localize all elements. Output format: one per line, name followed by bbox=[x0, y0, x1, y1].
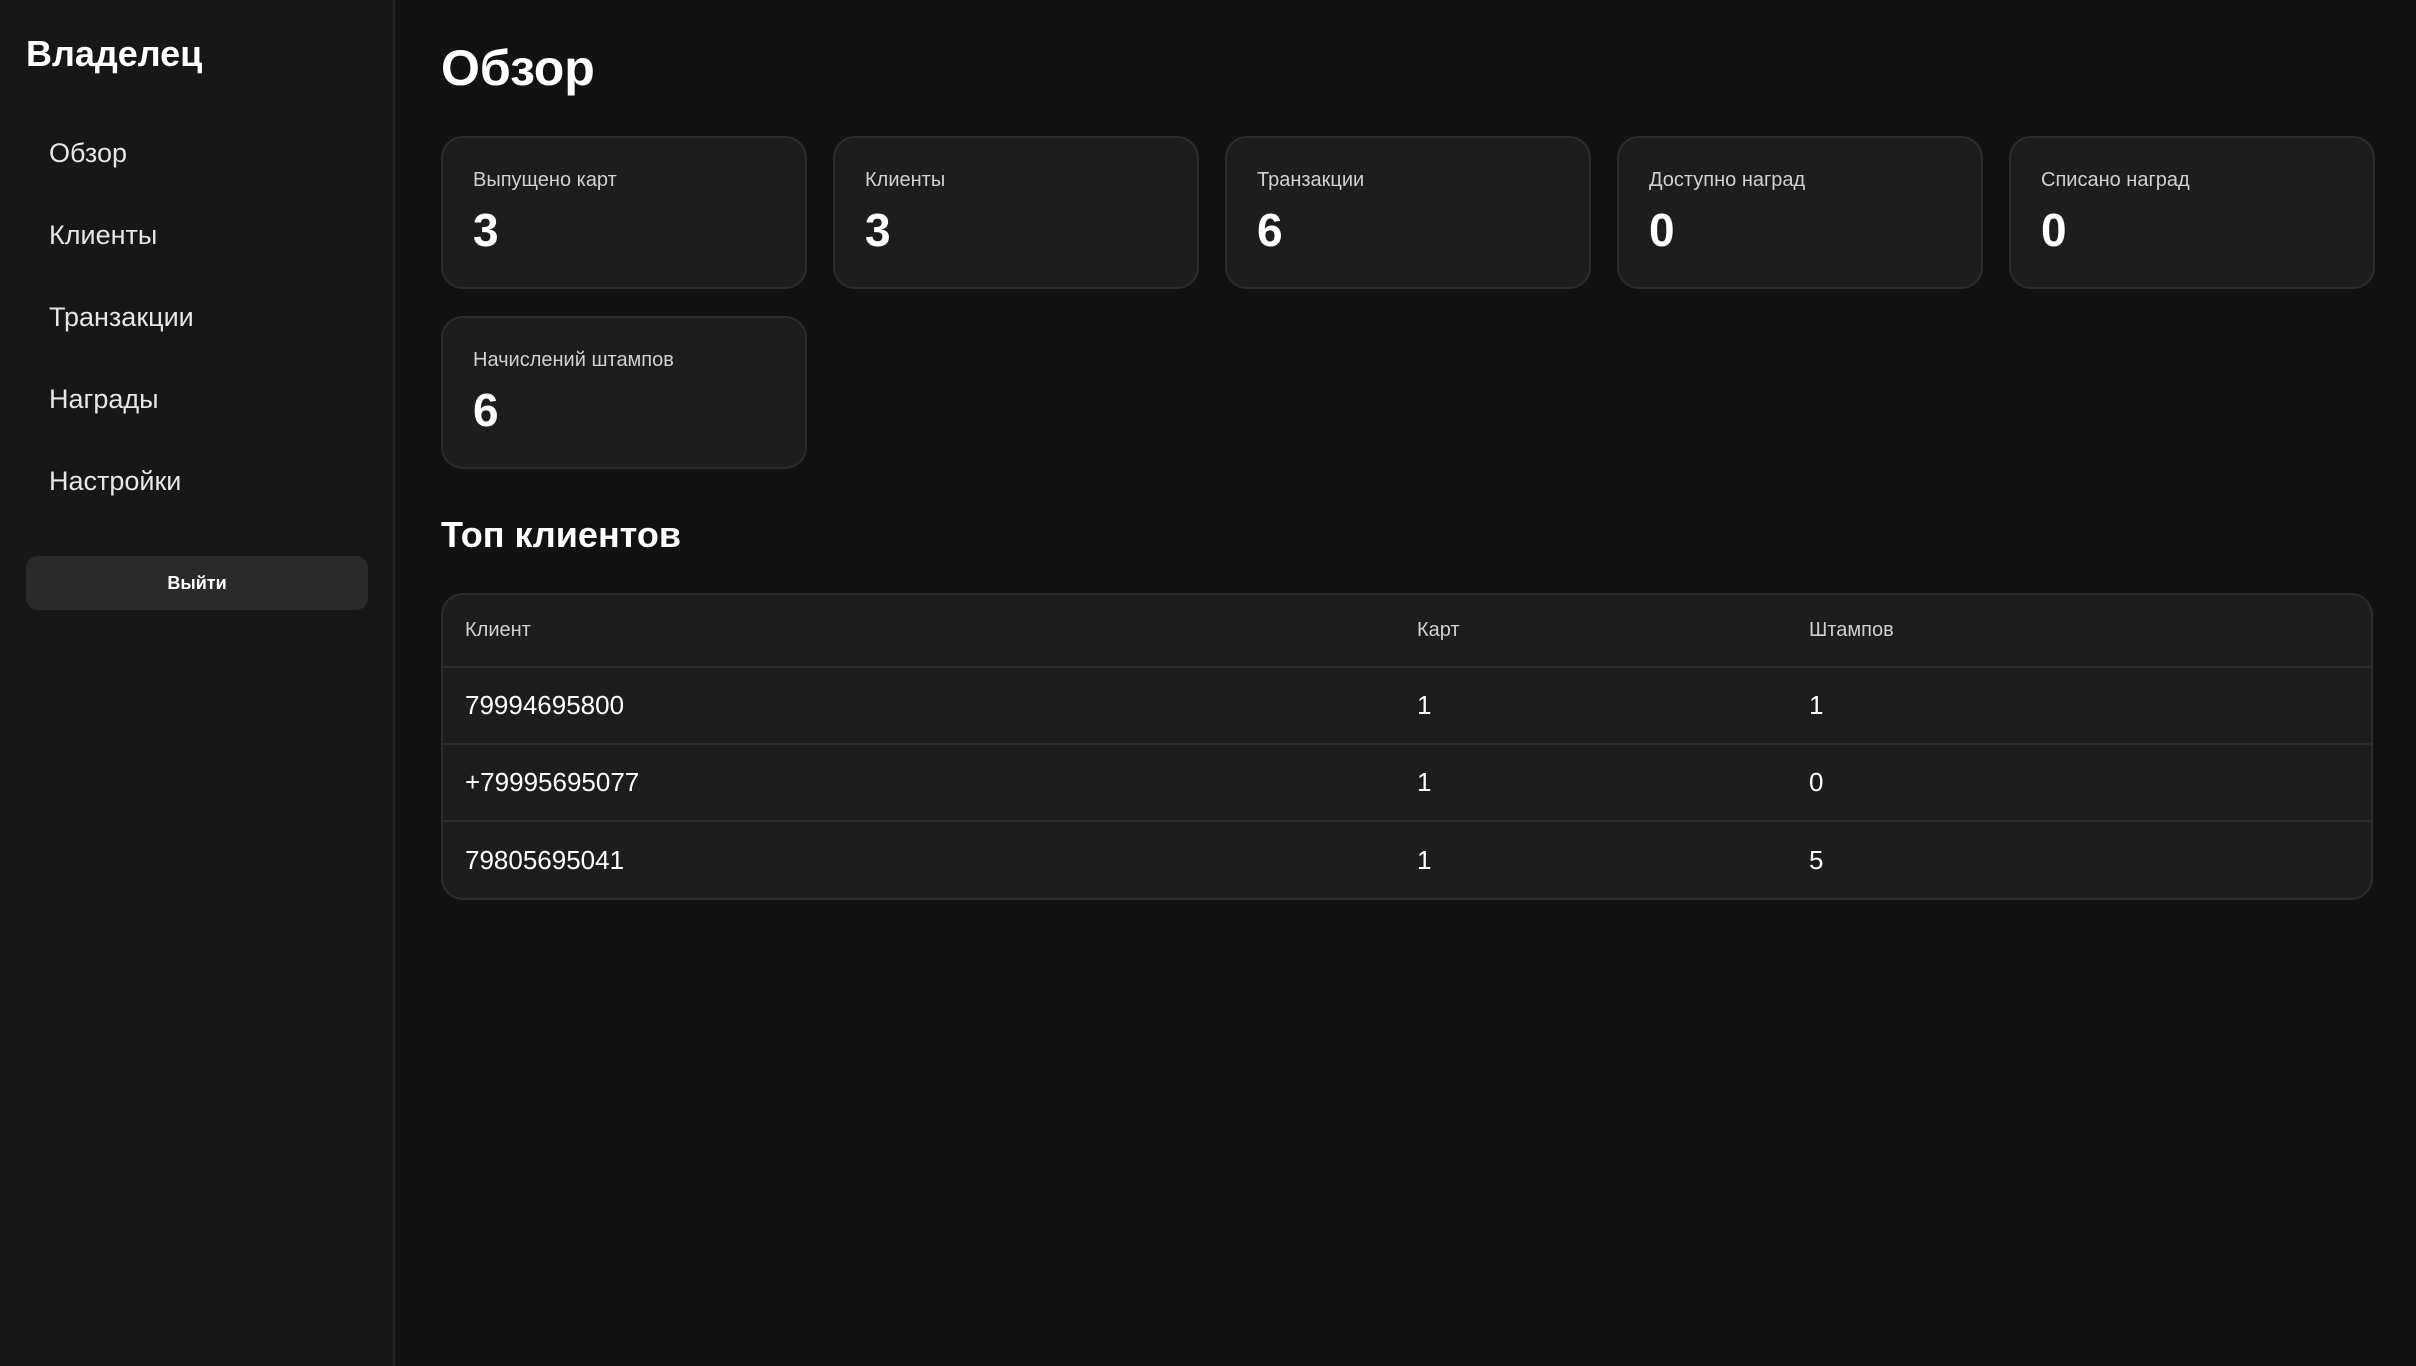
cell-stamps: 1 bbox=[1787, 667, 2371, 745]
stat-label: Списано наград bbox=[2041, 169, 2190, 191]
table-row[interactable]: +79995695077 1 0 bbox=[443, 744, 2371, 822]
cell-client: 79994695800 bbox=[443, 667, 1395, 745]
sidebar-nav: Обзор Клиенты Транзакции Награды Настрой… bbox=[26, 112, 367, 522]
stats-grid: Выпущено карт 3 Клиенты 3 Транзакции 6 Д… bbox=[441, 136, 2376, 469]
main-content: Обзор Выпущено карт 3 Клиенты 3 Транзакц… bbox=[395, 0, 2416, 1366]
stat-card-stamp-accruals: Начислений штампов 6 bbox=[441, 316, 807, 469]
stat-card-rewards-redeemed: Списано наград 0 bbox=[2009, 136, 2375, 289]
stat-card-rewards-available: Доступно наград 0 bbox=[1617, 136, 1983, 289]
stat-label: Начислений штампов bbox=[473, 349, 674, 371]
sidebar-item-settings[interactable]: Настройки bbox=[26, 440, 367, 522]
column-header-cards: Карт bbox=[1395, 595, 1787, 668]
cell-stamps: 0 bbox=[1787, 744, 2371, 822]
stat-card-cards-issued: Выпущено карт 3 bbox=[441, 136, 807, 289]
stat-label: Транзакции bbox=[1257, 169, 1365, 191]
stat-card-transactions: Транзакции 6 bbox=[1225, 136, 1591, 289]
cell-cards: 1 bbox=[1395, 744, 1787, 822]
stat-label: Клиенты bbox=[865, 169, 946, 191]
stat-value: 6 bbox=[473, 384, 499, 436]
cell-cards: 1 bbox=[1395, 667, 1787, 745]
stat-value: 3 bbox=[473, 204, 499, 256]
sidebar-item-rewards[interactable]: Награды bbox=[26, 358, 367, 440]
table-row[interactable]: 79805695041 1 5 bbox=[443, 821, 2371, 898]
cell-stamps: 5 bbox=[1809, 844, 1824, 875]
column-header-stamps: Штампов bbox=[1787, 595, 2371, 668]
stat-label: Доступно наград bbox=[1649, 169, 1806, 191]
sidebar-title: Владелец bbox=[26, 33, 203, 74]
page-title: Обзор bbox=[441, 40, 595, 96]
cell-cards: 1 bbox=[1417, 844, 1432, 875]
stat-label: Выпущено карт bbox=[473, 169, 617, 191]
stat-card-clients: Клиенты 3 bbox=[833, 136, 1199, 289]
stat-value: 0 bbox=[1649, 204, 1675, 256]
clients-table: Клиент Карт Штампов 79994695800 1 1 +799… bbox=[443, 595, 2371, 898]
stat-value: 0 bbox=[2041, 204, 2067, 256]
cell-client: +79995695077 bbox=[443, 744, 1395, 822]
table-header-row: Клиент Карт Штампов bbox=[443, 595, 2371, 668]
sidebar: Владелец Обзор Клиенты Транзакции Наград… bbox=[0, 0, 395, 1366]
cell-client: 79805695041 bbox=[465, 844, 625, 875]
stat-value: 6 bbox=[1257, 204, 1283, 256]
stat-value: 3 bbox=[865, 204, 891, 256]
sidebar-item-clients[interactable]: Клиенты bbox=[26, 194, 367, 276]
sidebar-item-transactions[interactable]: Транзакции bbox=[26, 276, 367, 358]
app-root: Владелец Обзор Клиенты Транзакции Наград… bbox=[0, 0, 2416, 1366]
top-clients-title: Топ клиентов bbox=[441, 514, 681, 555]
table-row[interactable]: 79994695800 1 1 bbox=[443, 667, 2371, 745]
top-clients-table: Клиент Карт Штампов 79994695800 1 1 +799… bbox=[441, 593, 2373, 900]
logout-button[interactable]: Выйти bbox=[26, 556, 368, 610]
column-header-client: Клиент bbox=[443, 595, 1395, 668]
sidebar-item-overview[interactable]: Обзор bbox=[26, 112, 367, 194]
